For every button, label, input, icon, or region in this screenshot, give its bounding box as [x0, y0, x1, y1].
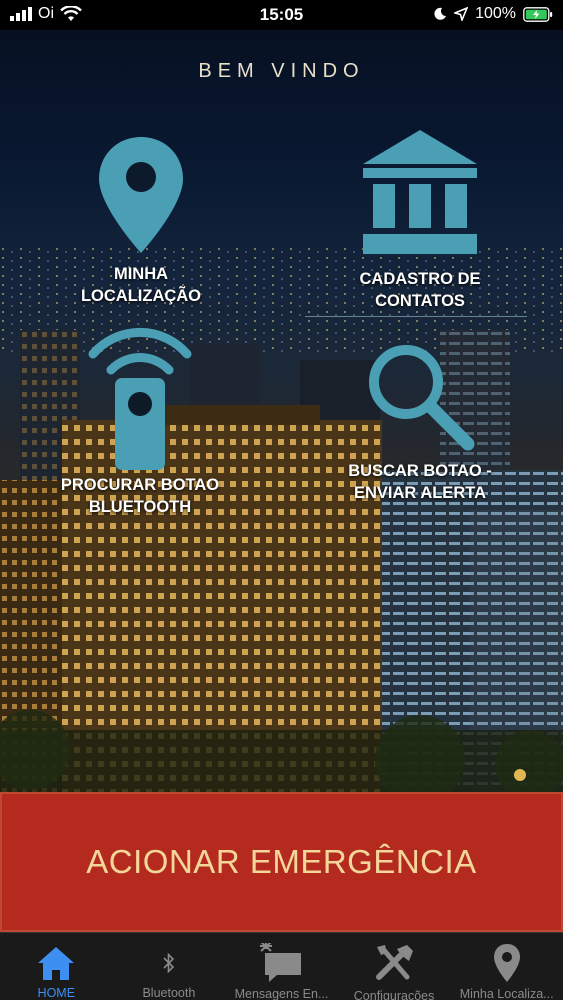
tab-home[interactable]: HOME	[0, 933, 113, 1000]
home-icon	[38, 946, 75, 980]
messages-icon	[260, 943, 302, 982]
tile-find-button-label-line1: BUSCAR BOTAO -	[348, 462, 492, 480]
battery-charging-icon	[523, 6, 553, 22]
tab-bluetooth-label: Bluetooth	[142, 986, 196, 1000]
tile-search-bluetooth-label-line2: BLUETOOTH	[88, 498, 192, 516]
battery-percent: 100%	[475, 5, 516, 22]
status-right: 100%	[433, 5, 553, 23]
tab-bluetooth[interactable]: Bluetooth	[113, 933, 226, 1000]
tile-my-location-label-line2: LOCALIZAÇÃO	[80, 287, 202, 305]
location-pin-icon	[99, 137, 183, 253]
tile-search-bluetooth-button[interactable]: PROCURAR BOTAO BLUETOOTH	[40, 326, 240, 518]
tile-find-button-label: BUSCAR BOTAO - ENVIAR ALERTA	[320, 460, 520, 504]
tile-my-location[interactable]: MINHA LOCALIZAÇÃO	[41, 135, 241, 307]
status-bar: Oi 15:05 100%	[0, 0, 563, 30]
divider-line	[305, 316, 527, 317]
tile-search-bluetooth-label: PROCURAR BOTAO BLUETOOTH	[40, 474, 240, 518]
tile-find-button-label-line2: ENVIAR ALERTA	[354, 484, 486, 502]
tab-my-location[interactable]: Minha Localiza...	[450, 933, 563, 1000]
emergency-button-label: ACIONAR EMERGÊNCIA	[86, 843, 477, 880]
tab-messages-label: Mensagens En...	[234, 987, 329, 1000]
location-pin-icon	[493, 944, 520, 982]
tab-settings[interactable]: Configurações	[338, 933, 451, 1000]
tile-register-contacts-label: CADASTRO DE CONTATOS	[320, 268, 520, 312]
screen: Oi 15:05 100% BEM VINDO MINHA LOCALIZAÇÃ…	[0, 0, 563, 1000]
tab-bar: HOME Bluetooth Mensagens En... Configura…	[0, 932, 563, 1000]
search-icon	[369, 345, 475, 451]
tile-register-contacts-label-line1: CADASTRO DE	[359, 270, 481, 288]
tile-find-button-send-alert[interactable]: BUSCAR BOTAO - ENVIAR ALERTA	[320, 340, 520, 504]
tile-search-bluetooth-label-line1: PROCURAR BOTAO	[60, 476, 220, 494]
tab-my-location-label: Minha Localiza...	[459, 987, 554, 1000]
tile-register-contacts-label-line2: CONTATOS	[375, 292, 465, 310]
tab-messages[interactable]: Mensagens En...	[225, 933, 338, 1000]
welcome-title: BEM VINDO	[198, 60, 365, 82]
bank-icon	[363, 130, 477, 254]
tools-icon	[376, 945, 414, 980]
tab-settings-label: Configurações	[353, 989, 435, 1000]
tab-home-label: HOME	[37, 986, 76, 1000]
location-arrow-icon	[454, 7, 469, 21]
emergency-button[interactable]: ACIONAR EMERGÊNCIA	[0, 792, 563, 932]
moon-icon	[434, 7, 447, 20]
bluetooth-button-icon	[88, 328, 192, 470]
tile-my-location-label: MINHA LOCALIZAÇÃO	[41, 263, 241, 307]
tile-register-contacts[interactable]: CADASTRO DE CONTATOS	[320, 128, 520, 312]
bluetooth-icon	[163, 952, 175, 973]
tile-my-location-label-line1: MINHA	[113, 265, 169, 283]
